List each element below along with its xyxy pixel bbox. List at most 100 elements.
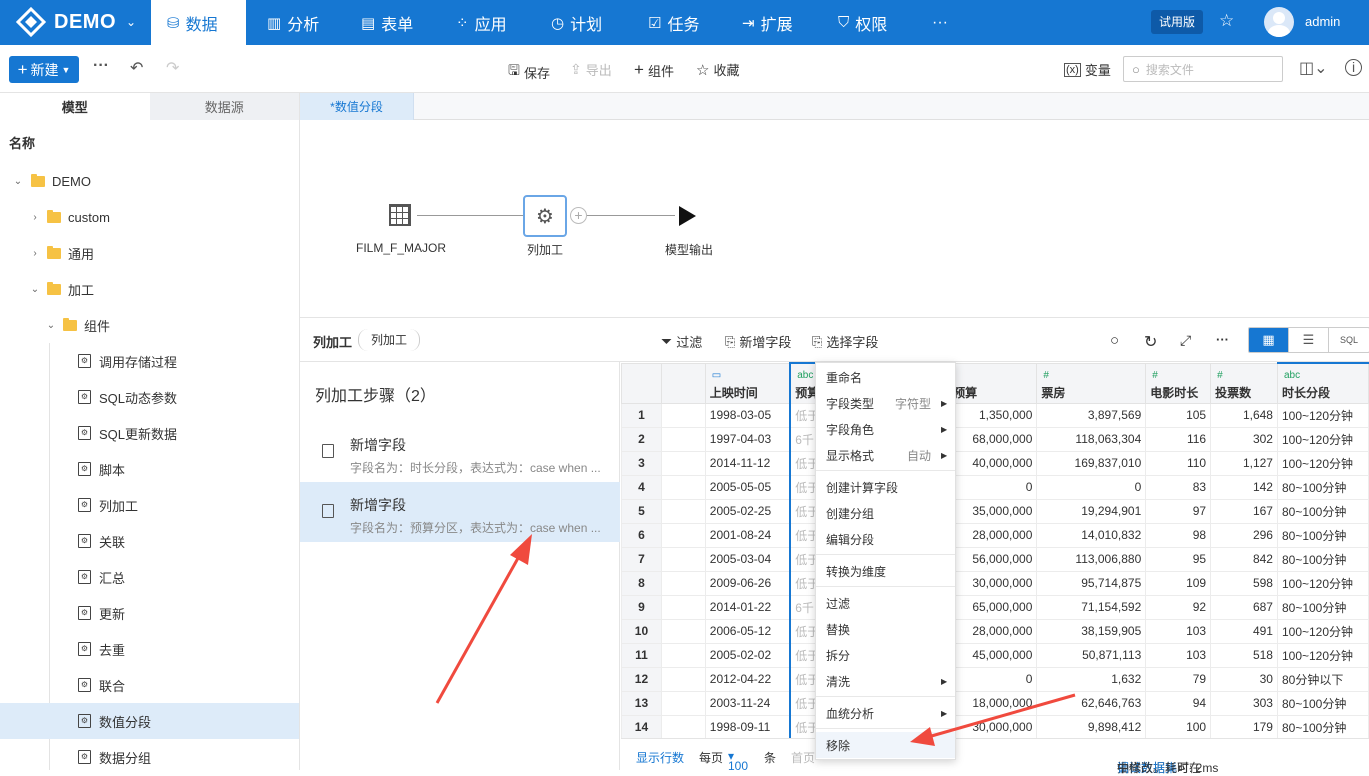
logo[interactable]: DEMO ⌄ (16, 7, 136, 37)
table-cell[interactable]: 100~120分钟 (1276, 426, 1369, 452)
table-cell[interactable]: 1997-04-03 (704, 426, 791, 452)
menu-display-format[interactable]: 显示格式 自动 ▶ (816, 442, 955, 468)
undo-icon[interactable]: ↶ (130, 58, 143, 78)
column-header[interactable]: # 票房 (1036, 362, 1147, 404)
table-cell[interactable]: 2005-05-05 (704, 474, 791, 500)
table-cell[interactable]: 2005-03-04 (704, 546, 791, 572)
column-header[interactable]: # 电影时长 (1145, 362, 1212, 404)
table-cell[interactable]: 62,646,763 (1036, 690, 1147, 716)
table-cell[interactable]: 167 (1210, 498, 1278, 524)
tree-item-leaf[interactable]: ⚙ 去重 (0, 631, 299, 667)
table-cell[interactable]: 1,632 (1036, 666, 1147, 692)
tree-item-common[interactable]: › 通用 (0, 235, 299, 271)
table-cell[interactable]: 2005-02-02 (704, 642, 791, 668)
table-cell[interactable]: 9,898,412 (1036, 714, 1147, 738)
table-row[interactable]: 9 2014-01-22 6千 65,000,000 71,154,592 92 687 80… (621, 594, 1369, 620)
tree-item-leaf[interactable]: ⚙ 调用存储过程 (0, 343, 299, 379)
table-cell[interactable]: 14,010,832 (1036, 522, 1147, 548)
table-cell[interactable]: 687 (1210, 594, 1278, 620)
table-cell[interactable]: 38,159,905 (1036, 618, 1147, 644)
menu-replace[interactable]: 替换 (816, 616, 955, 642)
table-cell[interactable]: 0 (1036, 474, 1147, 500)
table-cell[interactable] (660, 450, 706, 476)
table-cell[interactable] (660, 594, 706, 620)
tree-item-leaf[interactable]: ⚙ 更新 (0, 595, 299, 631)
star-icon[interactable]: ☆ (1219, 11, 1234, 31)
output-icon[interactable] (679, 206, 696, 226)
tree-item-leaf[interactable]: ⚙ 汇总 (0, 559, 299, 595)
table-cell[interactable]: 103 (1145, 642, 1212, 668)
tree-item-components[interactable]: ⌄ 组件 (0, 307, 299, 343)
table-cell[interactable]: 100 (1145, 714, 1212, 738)
tree-item-leaf[interactable]: ⚙ 关联 (0, 523, 299, 559)
table-row[interactable]: 4 2005-05-05 低于 0 0 83 142 80~100分钟 (621, 474, 1369, 500)
trial-badge[interactable]: 试用版 (1151, 10, 1204, 34)
list-view-icon[interactable]: ☰ (1289, 328, 1329, 352)
column-header[interactable]: abc 时长分段 (1276, 362, 1369, 404)
table-cell[interactable]: 95,714,875 (1036, 570, 1147, 596)
table-cell[interactable]: 1998-09-11 (704, 714, 791, 738)
search-input[interactable]: ○ 搜索文件 (1123, 56, 1283, 82)
step-item-selected[interactable]: 新增字段 字段名为：预算分区，表达式为：case when ... (300, 482, 620, 542)
chevron-right-icon[interactable]: › (29, 212, 41, 223)
menu-create-calc-field[interactable]: 创建计算字段 (816, 474, 955, 500)
node-process[interactable]: ⚙ (523, 195, 567, 237)
first-page-button[interactable]: 首页 (791, 749, 815, 766)
table-cell[interactable]: 296 (1210, 522, 1278, 548)
table-cell[interactable]: 118,063,304 (1036, 426, 1147, 452)
chevron-right-icon[interactable]: › (29, 248, 41, 259)
table-cell[interactable]: 80~100分钟 (1276, 546, 1369, 572)
table-cell[interactable]: 113,006,880 (1036, 546, 1147, 572)
table-cell[interactable]: 100~120分钟 (1276, 570, 1369, 596)
table-cell[interactable]: 842 (1210, 546, 1278, 572)
nav-form[interactable]: ▤ 表单 (345, 0, 429, 45)
table-cell[interactable]: 142 (1210, 474, 1278, 500)
table-cell[interactable]: 169,837,010 (1036, 450, 1147, 476)
menu-to-dimension[interactable]: 转换为维度 (816, 558, 955, 584)
table-cell[interactable]: 80~100分钟 (1276, 594, 1369, 620)
table-cell[interactable]: 303 (1210, 690, 1278, 716)
table-cell[interactable] (660, 546, 706, 572)
tab-numeric-segment[interactable]: *数值分段 (300, 93, 414, 120)
table-row[interactable]: 14 1998-09-11 低于 30,000,000 9,898,412 100 179 8… (621, 714, 1369, 738)
table-row[interactable]: 1 1998-03-05 低于 1,350,000 3,897,569 105 1,648 1… (621, 402, 1369, 428)
table-cell[interactable]: 2012-04-22 (704, 666, 791, 692)
tree-item-leaf[interactable]: ⚙ 联合 (0, 667, 299, 703)
tab-datasource[interactable]: 数据源 (149, 93, 299, 120)
table-cell[interactable]: 1,127 (1210, 450, 1278, 476)
table-row[interactable]: 10 2006-05-12 低于 28,000,000 38,159,905 103 491… (621, 618, 1369, 644)
nav-data[interactable]: ⛁ 数据 (151, 0, 246, 45)
menu-create-group[interactable]: 创建分组 (816, 500, 955, 526)
table-cell[interactable]: 2006-05-12 (704, 618, 791, 644)
table-cell[interactable] (660, 714, 706, 738)
table-cell[interactable]: 116 (1145, 426, 1212, 452)
table-cell[interactable]: 30 (1210, 666, 1278, 692)
add-field-button[interactable]: ⎘ 新增字段 (725, 332, 791, 351)
export-button[interactable]: ⇪ 导出 (570, 60, 612, 79)
show-rows-link[interactable]: 显示行数 (636, 749, 684, 766)
table-cell[interactable] (660, 522, 706, 548)
menu-split[interactable]: 拆分 (816, 642, 955, 668)
table-cell[interactable]: 1,648 (1210, 402, 1278, 428)
save-button[interactable]: 🖫 保存 (508, 60, 550, 84)
info-icon[interactable]: i (1345, 59, 1362, 76)
expand-icon[interactable]: ⤢ (1180, 332, 1191, 349)
table-cell[interactable]: 95 (1145, 546, 1212, 572)
tree-item-selected[interactable]: ⚙ 数值分段 (0, 703, 299, 739)
table-cell[interactable]: 2014-11-12 (704, 450, 791, 476)
table-cell[interactable]: 2014-01-22 (704, 594, 791, 620)
nav-schedule[interactable]: ◷ 计划 (535, 0, 618, 45)
nav-permission[interactable]: ⛉ 权限 (822, 0, 903, 45)
table-cell[interactable]: 92 (1145, 594, 1212, 620)
menu-filter[interactable]: 过滤 (816, 590, 955, 616)
table-cell[interactable]: 103 (1145, 618, 1212, 644)
table-cell[interactable] (660, 690, 706, 716)
table-cell[interactable]: 80~100分钟 (1276, 522, 1369, 548)
table-cell[interactable]: 110 (1145, 450, 1212, 476)
table-cell[interactable] (660, 642, 706, 668)
table-cell[interactable]: 100~120分钟 (1276, 450, 1369, 476)
chevron-down-icon[interactable]: ⌄ (12, 176, 24, 187)
more-icon[interactable]: ··· (93, 57, 109, 75)
sql-view-icon[interactable]: SQL (1329, 328, 1369, 352)
table-cell[interactable]: 80~100分钟 (1276, 714, 1369, 738)
